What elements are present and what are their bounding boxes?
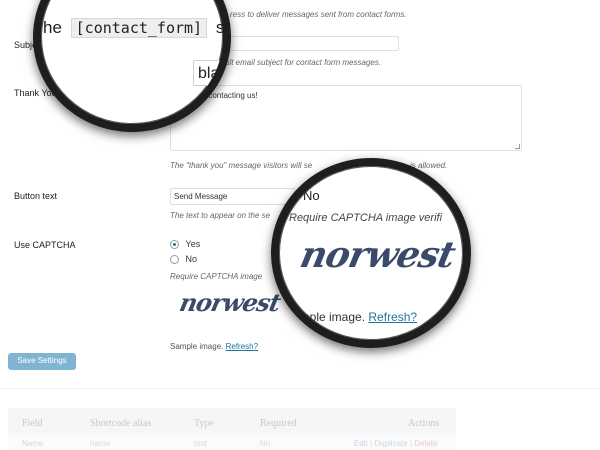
magnified-captcha-description: Require CAPTCHA image verifi xyxy=(289,212,443,224)
sample-image-row: Sample image. Refresh? xyxy=(170,342,258,351)
magnified-refresh-link[interactable]: Refresh? xyxy=(368,310,417,324)
radio-unchecked-icon[interactable] xyxy=(170,255,179,265)
row-field[interactable]: Name xyxy=(22,439,43,448)
refresh-link[interactable]: Refresh? xyxy=(226,342,258,351)
table-header-field: Field xyxy=(22,418,43,429)
edit-link[interactable]: Edit xyxy=(354,439,368,448)
subject-description: ult email subject for contact form messa… xyxy=(225,58,382,67)
captcha-yes-option[interactable]: Yes xyxy=(170,239,201,250)
row-actions: Edit | Duplicate | Delete xyxy=(354,439,437,448)
action-separator: | xyxy=(409,439,413,448)
table-header-type: Type xyxy=(194,418,214,429)
row-alias: name xyxy=(90,439,111,448)
fields-table: Field Shortcode alias Type Required Acti… xyxy=(8,408,456,450)
magnified-sample-text: ample image. xyxy=(293,310,366,324)
magnified-subject-input[interactable]: bla xyxy=(193,60,223,86)
magnified-shortcode-line: he [contact_form] sho xyxy=(43,18,225,38)
magnified-text-suffix: sho xyxy=(215,18,225,37)
button-text-description: The text to appear on the se xyxy=(170,211,271,220)
captcha-no-option[interactable]: No xyxy=(170,254,198,265)
radio-checked-icon[interactable] xyxy=(170,240,179,250)
captcha-no-label: No xyxy=(185,254,198,264)
row-type: text xyxy=(194,439,207,448)
duplicate-link[interactable]: Duplicate xyxy=(374,439,407,448)
resize-handle-icon[interactable] xyxy=(515,144,520,149)
captcha-description: Require CAPTCHA image xyxy=(170,272,263,281)
table-header-actions: Actions xyxy=(408,418,440,429)
captcha-yes-label: Yes xyxy=(185,239,201,249)
magnified-text-prefix: he xyxy=(43,18,62,37)
delete-link[interactable]: Delete xyxy=(414,439,437,448)
magnified-no-label: No xyxy=(303,188,320,203)
row-required: No xyxy=(260,439,271,448)
table-header-alias: Shortcode alias xyxy=(90,418,152,429)
email-description: ress to deliver messages sent from conta… xyxy=(230,10,407,19)
button-text-input[interactable]: Send Message xyxy=(170,188,295,205)
magnified-subject-value: bla xyxy=(198,65,220,82)
divider xyxy=(0,388,600,389)
captcha-image: norwest xyxy=(176,288,283,317)
magnifier-bottom: No Require CAPTCHA image verifi norwest … xyxy=(271,158,471,348)
thankyou-description-start: The "thank you" message visitors will se xyxy=(170,161,313,170)
shortcode-code: [contact_form] xyxy=(70,18,208,38)
action-separator: | xyxy=(370,439,373,448)
table-header-required: Required xyxy=(260,418,297,429)
button-text-value: Send Message xyxy=(174,192,228,201)
save-settings-button[interactable]: Save Settings xyxy=(8,353,76,370)
magnified-captcha-image: norwest xyxy=(296,234,459,276)
button-text-label: Button text xyxy=(14,191,58,201)
table-row: Name name text No Edit | Duplicate | Del… xyxy=(8,435,456,450)
magnified-sample-row: ample image. Refresh? xyxy=(293,310,417,324)
thankyou-textarea[interactable]: or contacting us! xyxy=(170,85,522,151)
captcha-label: Use CAPTCHA xyxy=(14,240,76,250)
sample-image-text: Sample image. xyxy=(170,342,224,351)
